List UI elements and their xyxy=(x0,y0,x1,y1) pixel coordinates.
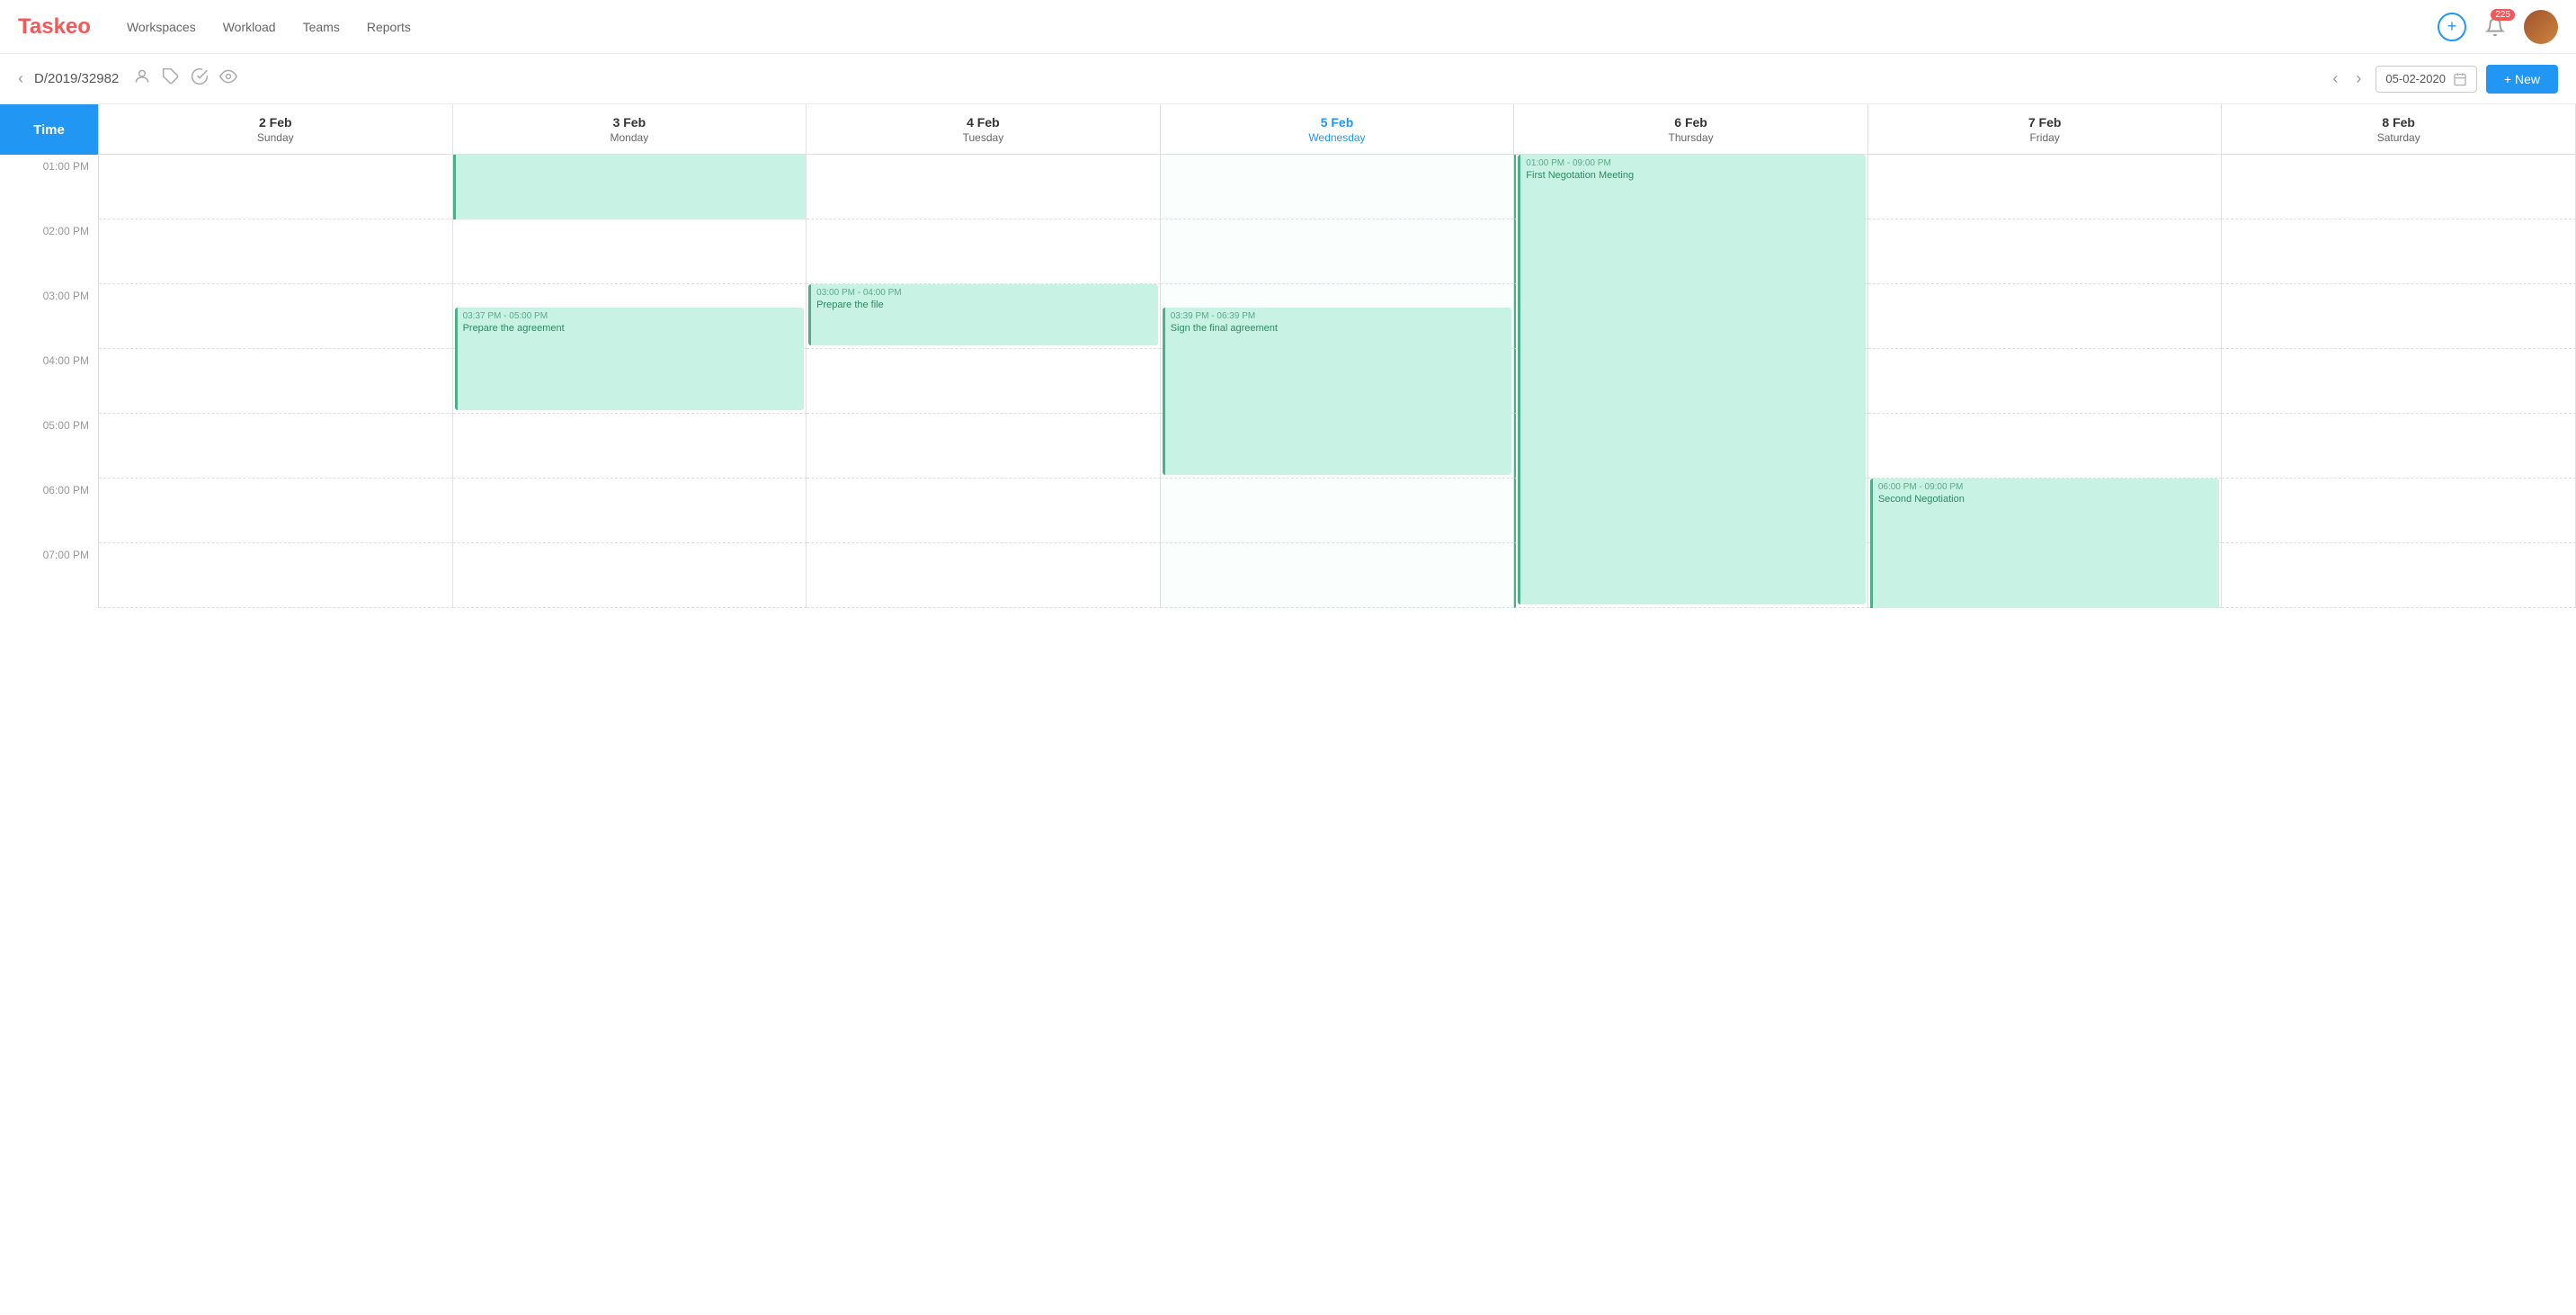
time-label-2: 03:00 PM xyxy=(0,284,99,349)
topnav-right: + 225 xyxy=(2438,10,2558,44)
cal-cell-col3-row6 xyxy=(807,543,1161,608)
time-label-0: 01:00 PM xyxy=(0,155,99,219)
notification-button[interactable]: 225 xyxy=(2481,13,2509,41)
calendar: Time2 FebSunday3 FebMonday4 FebTuesday5 … xyxy=(0,104,2576,608)
calendar-day-header-6: 8 FebSaturday xyxy=(2222,104,2576,155)
cal-cell-col5-row0: 01:00 PM - 09:00 PM First Negotation Mee… xyxy=(1514,155,1868,219)
cal-cell-col7-row4 xyxy=(2222,414,2576,479)
cal-cell-col2-row5 xyxy=(453,479,807,543)
cal-cell-col4-row2: 03:39 PM - 06:39 PM Sign the final agree… xyxy=(1161,284,1515,349)
cal-cell-col1-row5 xyxy=(99,479,453,543)
cal-cell-col3-row3 xyxy=(807,349,1161,414)
nav-workspaces[interactable]: Workspaces xyxy=(127,20,196,34)
calendar-day-header-0: 2 FebSunday xyxy=(99,104,453,155)
event-block-evt2[interactable]: 03:00 PM - 04:00 PM Prepare the file xyxy=(808,284,1158,345)
cal-cell-col7-row1 xyxy=(2222,219,2576,284)
event-block-evt4[interactable]: 01:00 PM - 09:00 PM First Negotation Mee… xyxy=(1518,155,1866,604)
time-label-1: 02:00 PM xyxy=(0,219,99,284)
event-block-evt1[interactable]: 03:37 PM - 05:00 PM Prepare the agreemen… xyxy=(455,308,805,410)
check-icon[interactable] xyxy=(191,67,209,90)
time-label-3: 04:00 PM xyxy=(0,349,99,414)
cal-cell-col2-row1 xyxy=(453,219,807,284)
calendar-day-header-2: 4 FebTuesday xyxy=(807,104,1161,155)
cal-cell-col3-row5 xyxy=(807,479,1161,543)
time-label-5: 06:00 PM xyxy=(0,479,99,543)
calendar-day-header-1: 3 FebMonday xyxy=(453,104,807,155)
cal-cell-col3-row0 xyxy=(807,155,1161,219)
cal-cell-col1-row1 xyxy=(99,219,453,284)
cal-cell-col6-row5: 06:00 PM - 09:00 PM Second Negotiation xyxy=(1868,479,2223,543)
cal-cell-col7-row6 xyxy=(2222,543,2576,608)
cal-cell-col7-row3 xyxy=(2222,349,2576,414)
cal-cell-col6-row3 xyxy=(1868,349,2223,414)
cal-cell-col6-row0 xyxy=(1868,155,2223,219)
add-button[interactable]: + xyxy=(2438,13,2466,41)
calendar-day-header-3: 5 FebWednesday xyxy=(1161,104,1515,155)
next-date-button[interactable]: › xyxy=(2350,67,2367,90)
calendar-time-header: Time xyxy=(0,104,99,155)
cal-cell-col6-row4 xyxy=(1868,414,2223,479)
cal-cell-col6-row2 xyxy=(1868,284,2223,349)
event-placeholder[interactable] xyxy=(453,155,807,219)
cal-cell-col7-row5 xyxy=(2222,479,2576,543)
cal-cell-col7-row0 xyxy=(2222,155,2576,219)
calendar-day-header-4: 6 FebThursday xyxy=(1514,104,1868,155)
cal-cell-col7-row2 xyxy=(2222,284,2576,349)
cal-cell-col4-row1 xyxy=(1161,219,1515,284)
cal-cell-col6-row1 xyxy=(1868,219,2223,284)
cal-cell-col3-row1 xyxy=(807,219,1161,284)
cal-cell-col3-row4 xyxy=(807,414,1161,479)
nav-teams[interactable]: Teams xyxy=(303,20,340,34)
event-block-evt3[interactable]: 03:39 PM - 06:39 PM Sign the final agree… xyxy=(1163,308,1512,475)
cal-cell-col4-row6 xyxy=(1161,543,1515,608)
cal-cell-col3-row2: 03:00 PM - 04:00 PM Prepare the file xyxy=(807,284,1161,349)
top-navigation: Taskeo Workspaces Workload Teams Reports… xyxy=(0,0,2576,54)
date-value: 05-02-2020 xyxy=(2385,72,2446,85)
cal-cell-col2-row6 xyxy=(453,543,807,608)
date-picker[interactable]: 05-02-2020 xyxy=(2375,66,2477,93)
cal-cell-col1-row3 xyxy=(99,349,453,414)
cal-cell-col1-row4 xyxy=(99,414,453,479)
document-id: D/2019/32982 xyxy=(34,71,119,86)
calendar-grid: Time2 FebSunday3 FebMonday4 FebTuesday5 … xyxy=(0,104,2576,608)
back-button[interactable]: ‹ xyxy=(18,69,23,88)
app-logo: Taskeo xyxy=(18,14,91,40)
cal-cell-col4-row5 xyxy=(1161,479,1515,543)
prev-date-button[interactable]: ‹ xyxy=(2327,67,2343,90)
cal-cell-col1-row0 xyxy=(99,155,453,219)
eye-icon[interactable] xyxy=(219,67,237,90)
tag-icon[interactable] xyxy=(162,67,180,90)
cal-cell-col4-row0 xyxy=(1161,155,1515,219)
notification-badge: 225 xyxy=(2491,9,2515,21)
time-label-4: 05:00 PM xyxy=(0,414,99,479)
time-label-6: 07:00 PM xyxy=(0,543,99,608)
user-avatar[interactable] xyxy=(2524,10,2558,44)
new-button[interactable]: + New xyxy=(2486,65,2558,94)
cal-cell-col2-row4 xyxy=(453,414,807,479)
cal-cell-col2-row2: 03:37 PM - 05:00 PM Prepare the agreemen… xyxy=(453,284,807,349)
assign-icon[interactable] xyxy=(133,67,151,90)
date-navigation: ‹ › xyxy=(2327,67,2367,90)
nav-links: Workspaces Workload Teams Reports xyxy=(127,20,2438,34)
cal-cell-col1-row2 xyxy=(99,284,453,349)
nav-reports[interactable]: Reports xyxy=(367,20,411,34)
nav-workload[interactable]: Workload xyxy=(223,20,276,34)
document-actions xyxy=(133,67,237,90)
event-block-evt5[interactable]: 06:00 PM - 09:00 PM Second Negotiation xyxy=(1870,479,2220,608)
cal-cell-col1-row6 xyxy=(99,543,453,608)
cal-cell-col2-row0 xyxy=(453,155,807,219)
subheader: ‹ D/2019/32982 ‹ xyxy=(0,54,2576,104)
calendar-day-header-5: 7 FebFriday xyxy=(1868,104,2223,155)
subheader-right: ‹ › 05-02-2020 + New xyxy=(2327,65,2558,94)
